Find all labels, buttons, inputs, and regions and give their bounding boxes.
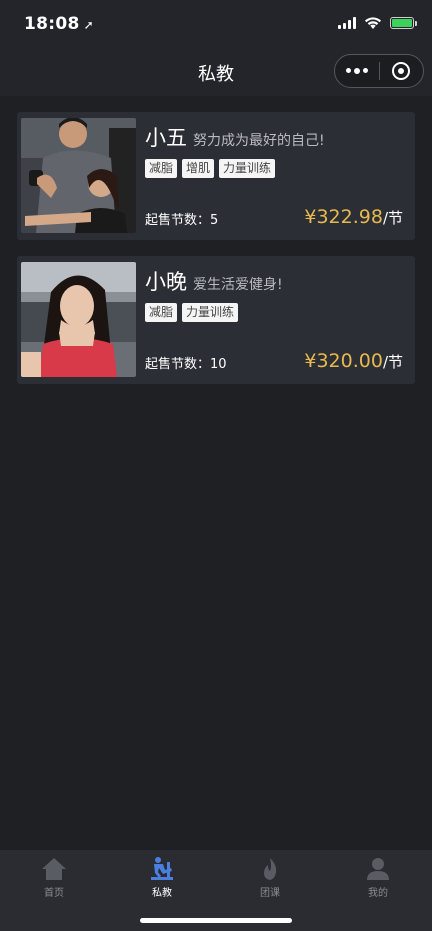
coach-name: 小晚 爱生活爱健身! <box>145 266 283 296</box>
coach-name-text: 小晚 <box>145 270 187 294</box>
tab-label: 我的 <box>368 888 388 899</box>
status-time-text: 18:08 <box>24 14 80 34</box>
status-time: 18:08 ➚ <box>24 14 94 34</box>
tag: 力量训练 <box>182 303 239 322</box>
tag: 减脂 <box>145 303 178 322</box>
status-bar: 18:08 ➚ <box>0 0 432 48</box>
price: ¥322.98/节 <box>304 206 403 228</box>
coach-tags: 减脂 力量训练 <box>145 303 239 322</box>
coach-list: 小五 努力成为最好的自己! 减脂 增肌 力量训练 起售节数：5 ¥322.98/节 <box>17 112 415 400</box>
coach-slogan: 爱生活爱健身! <box>193 277 283 293</box>
coach-photo <box>21 118 136 233</box>
location-arrow-icon: ➚ <box>83 18 94 32</box>
min-sessions: 起售节数：10 <box>145 357 227 372</box>
tab-home[interactable]: 首页 <box>0 850 108 931</box>
home-icon <box>42 858 66 880</box>
coach-name: 小五 努力成为最好的自己! <box>145 122 325 152</box>
tab-label: 团课 <box>260 888 280 899</box>
coach-card[interactable]: 小晚 爱生活爱健身! 减脂 力量训练 起售节数：10 ¥320.00/节 <box>17 256 415 384</box>
price: ¥320.00/节 <box>304 350 403 372</box>
tag: 增肌 <box>182 159 215 178</box>
home-indicator <box>140 918 292 923</box>
tab-mine[interactable]: 我的 <box>324 850 432 931</box>
signal-icon <box>338 16 356 29</box>
coach-slogan: 努力成为最好的自己! <box>193 133 325 149</box>
close-icon[interactable] <box>380 62 423 80</box>
tag: 减脂 <box>145 159 178 178</box>
flame-icon <box>264 858 277 880</box>
tab-label: 首页 <box>44 888 64 899</box>
status-icons <box>338 16 417 29</box>
nav-bar: 私教 <box>0 48 432 96</box>
battery-icon <box>390 16 417 29</box>
min-sessions: 起售节数：5 <box>145 213 219 228</box>
wifi-icon <box>365 17 381 29</box>
more-icon[interactable] <box>335 68 379 74</box>
tag: 力量训练 <box>219 159 276 178</box>
price-unit: /节 <box>382 209 403 227</box>
trainer-icon <box>151 857 173 880</box>
miniprogram-capsule <box>334 54 424 88</box>
coach-card[interactable]: 小五 努力成为最好的自己! 减脂 增肌 力量训练 起售节数：5 ¥322.98/节 <box>17 112 415 240</box>
coach-name-text: 小五 <box>145 126 187 150</box>
price-unit: /节 <box>382 353 403 371</box>
coach-photo <box>21 262 136 377</box>
coach-tags: 减脂 增肌 力量训练 <box>145 159 276 178</box>
user-icon <box>367 858 389 880</box>
price-value: ¥320.00 <box>304 350 383 372</box>
price-value: ¥322.98 <box>304 206 383 228</box>
tab-label: 私教 <box>152 888 172 899</box>
